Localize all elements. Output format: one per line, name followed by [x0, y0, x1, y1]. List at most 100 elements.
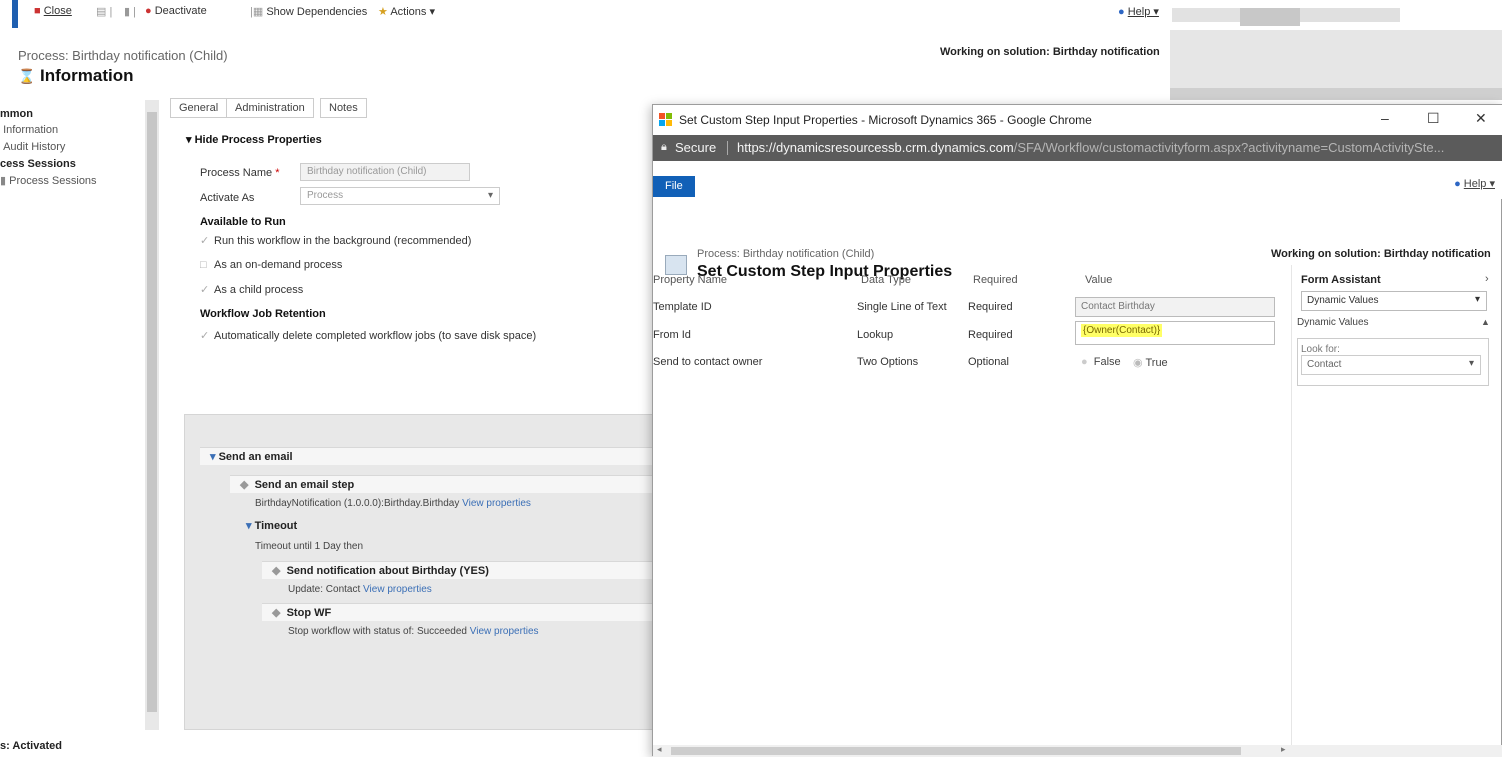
sidebar-scrollbar[interactable] [145, 100, 159, 730]
column-required: Required [973, 274, 1018, 286]
command-bar: ■ Close ▤ | ▮ | ● Deactivate |▦ Show Dep… [0, 0, 1502, 28]
chevron-down-icon: ▾ [487, 190, 493, 201]
step-detail: Stop workflow with status of: Succeeded … [288, 626, 539, 637]
checkmark-icon: ✓ [200, 330, 210, 342]
popup-titlebar: Set Custom Step Input Properties - Micro… [653, 105, 1502, 135]
row-send-to-owner-type: Two Options [857, 356, 919, 368]
url-text[interactable]: https://dynamicsresourcessb.crm.dynamics… [737, 140, 1444, 155]
horizontal-scrollbar[interactable]: ◂ ▸ [653, 744, 1502, 757]
process-name-field[interactable]: Birthday notification (Child) [300, 163, 470, 181]
row-template-id-name: Template ID [653, 301, 712, 313]
list-icon[interactable]: ▤ | [96, 5, 112, 18]
step-detail: Update: Contact View properties [288, 584, 432, 595]
radio-selected-icon: ◉ [1133, 357, 1143, 369]
step-stop-wf[interactable]: ◆ Stop WF [272, 606, 331, 619]
step-detail: Timeout until 1 Day then [255, 541, 364, 552]
tab-administration[interactable]: Administration [226, 98, 314, 118]
process-icon [665, 255, 687, 275]
radio-icon: ● [1081, 356, 1088, 368]
tab-notes[interactable]: Notes [320, 98, 367, 118]
step-send-notification[interactable]: ◆ Send notification about Birthday (YES) [272, 564, 489, 577]
dynamic-values-label: Dynamic Values [1297, 317, 1369, 328]
collapse-icon[interactable]: ▲ [1481, 317, 1490, 327]
popup-subtitle: Process: Birthday notification (Child) [697, 248, 875, 260]
file-tab[interactable]: File [653, 176, 695, 197]
blurred-area [1170, 88, 1502, 100]
maximize-icon[interactable]: ☐ [1427, 110, 1440, 127]
row-send-to-owner-required: Optional [968, 356, 1009, 368]
activate-as-select[interactable]: Process ▾ [300, 187, 500, 205]
on-demand-checkbox[interactable]: □ As an on-demand process [200, 259, 342, 271]
false-radio[interactable]: ● False [1081, 356, 1121, 368]
more-icon[interactable]: ▮ | [124, 5, 136, 18]
scrollbar-thumb[interactable] [671, 747, 1241, 755]
row-template-id-type: Single Line of Text [857, 301, 947, 313]
actions-button[interactable]: ★ Actions ▾ [378, 5, 435, 18]
help-button[interactable]: ● Help ▾ [1454, 177, 1495, 190]
retention-heading: Workflow Job Retention [200, 308, 326, 320]
address-bar[interactable]: 🔒︎ Secure https://dynamicsresourcessb.cr… [653, 135, 1502, 161]
blurred-area [1172, 8, 1242, 22]
status-bar: s: Activated [0, 740, 62, 752]
step-timeout[interactable]: ▾ Timeout [246, 519, 297, 532]
chevron-down-icon: ▾ [1468, 358, 1474, 369]
sidebar-item-process-sessions[interactable]: ▮ Process Sessions [0, 174, 145, 187]
step-detail: BirthdayNotification (1.0.0.0):Birthday.… [255, 498, 531, 509]
sidebar-item-information[interactable]: Information [0, 124, 145, 136]
popup-window: Set Custom Step Input Properties - Micro… [652, 104, 1502, 757]
scroll-right-icon[interactable]: ▸ [1281, 744, 1286, 755]
lock-icon: 🔒︎ [661, 141, 667, 153]
template-id-field[interactable]: Contact Birthday [1075, 297, 1275, 317]
actions-icon: ★ [378, 6, 388, 18]
minimize-icon[interactable]: – [1381, 110, 1389, 126]
help-button[interactable]: ● Help ▾ [1118, 5, 1159, 18]
run-background-checkbox[interactable]: ✓ Run this workflow in the background (re… [200, 234, 471, 247]
solution-label: Working on solution: Birthday notificati… [940, 46, 1160, 58]
column-property-name: Property Name [653, 274, 727, 286]
row-from-id-type: Lookup [857, 329, 894, 341]
show-dependencies-button[interactable]: |▦ Show Dependencies [250, 5, 367, 18]
row-template-id-required: Required [968, 301, 1013, 313]
child-process-checkbox[interactable]: ✓ As a child process [200, 283, 303, 296]
close-icon: ■ [34, 5, 41, 17]
deactivate-button[interactable]: ● Deactivate [145, 5, 207, 17]
tab-general[interactable]: General [170, 98, 228, 118]
chevron-down-icon: ▾ [1474, 294, 1480, 305]
step-send-email[interactable]: ▾ Send an email [210, 450, 293, 463]
view-properties-link[interactable]: View properties [462, 498, 531, 509]
look-for-select[interactable]: Contact ▾ [1301, 355, 1481, 375]
from-id-field[interactable]: {Owner(Contact)} [1075, 321, 1275, 345]
sidebar: mmon Information Audit History cess Sess… [0, 104, 145, 192]
checkbox-icon: □ [200, 259, 207, 271]
close-button[interactable]: ■ Close [34, 5, 72, 17]
sidebar-heading-common: mmon [0, 108, 33, 120]
blurred-area [1300, 8, 1400, 22]
column-value: Value [1085, 274, 1113, 286]
dependencies-icon: |▦ [250, 6, 264, 18]
sidebar-item-audit-history[interactable]: Audit History [0, 141, 145, 153]
available-to-run-heading: Available to Run [200, 216, 286, 228]
view-properties-link[interactable]: View properties [363, 584, 432, 595]
popup-solution-label: Working on solution: Birthday notificati… [1271, 248, 1491, 260]
dynamic-values-select[interactable]: Dynamic Values ▾ [1301, 291, 1487, 311]
true-radio[interactable]: ◉ True [1133, 356, 1168, 369]
look-for-label: Look for: [1301, 344, 1340, 355]
form-assistant-heading: Form Assistant [1301, 274, 1381, 286]
row-from-id-name: From Id [653, 329, 691, 341]
checkmark-icon: ✓ [200, 284, 210, 296]
process-subtitle: Process: Birthday notification (Child) [18, 48, 228, 63]
chevron-right-icon[interactable]: › [1485, 273, 1489, 285]
help-icon: ● [1118, 6, 1125, 18]
close-icon[interactable]: ✕ [1475, 110, 1487, 127]
hide-process-properties-toggle[interactable]: ▾ Hide Process Properties [186, 133, 322, 146]
step-send-email-step[interactable]: ◆ Send an email step [240, 478, 354, 491]
sessions-icon: ▮ [0, 175, 7, 187]
scroll-left-icon[interactable]: ◂ [657, 744, 662, 755]
checkmark-icon: ✓ [200, 235, 210, 247]
scrollbar-thumb[interactable] [147, 112, 157, 712]
auto-delete-checkbox[interactable]: ✓ Automatically delete completed workflow… [200, 329, 536, 342]
blurred-area [1170, 30, 1502, 96]
view-properties-link[interactable]: View properties [470, 626, 539, 637]
column-data-type: Data Type [861, 274, 911, 286]
popup-page-title: Set Custom Step Input Properties [697, 263, 953, 280]
